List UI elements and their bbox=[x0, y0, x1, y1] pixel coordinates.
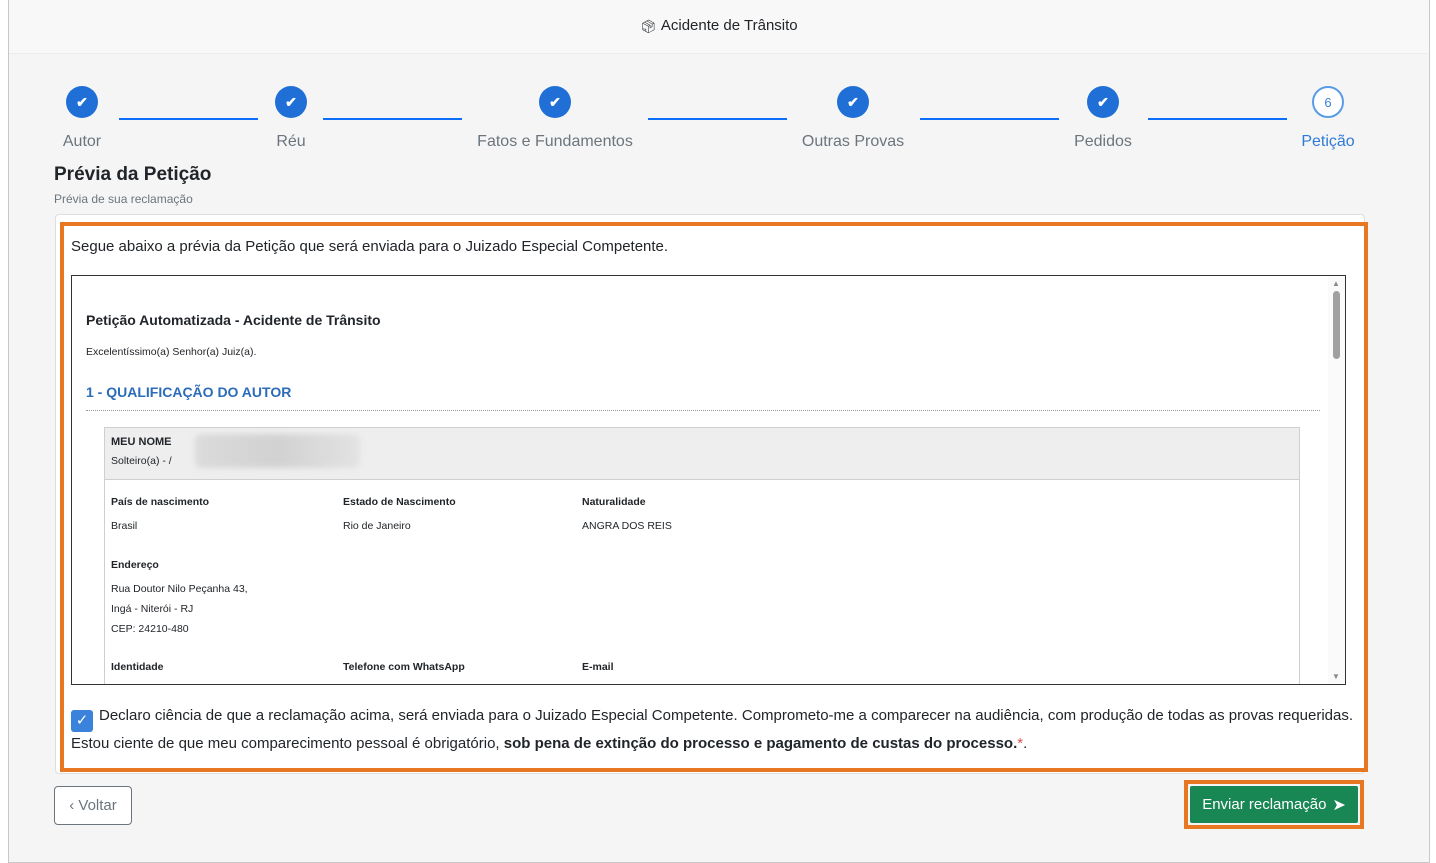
doc-section-heading: 1 - QUALIFICAÇÃO DO AUTOR bbox=[86, 384, 292, 400]
step-pedidos-check-icon[interactable]: ✔ bbox=[1087, 86, 1119, 118]
naturalidade-value: ANGRA DOS REIS bbox=[582, 520, 672, 532]
pais-value: Brasil bbox=[111, 520, 138, 532]
endereco-line3: CEP: 24210-480 bbox=[111, 623, 189, 635]
page-subtitle: Prévia de sua reclamação bbox=[54, 192, 193, 206]
estado-value: Rio de Janeiro bbox=[343, 520, 411, 532]
email-label: E-mail bbox=[582, 661, 614, 673]
declaration-end: . bbox=[1023, 735, 1028, 752]
step-connector bbox=[119, 118, 258, 120]
divider bbox=[86, 410, 1320, 411]
scroll-down-icon[interactable]: ▼ bbox=[1332, 672, 1340, 681]
step-connector bbox=[648, 118, 787, 120]
page-title: Prévia da Petição bbox=[54, 164, 212, 185]
doc-greeting: Excelentíssimo(a) Senhor(a) Juiz(a). bbox=[86, 346, 257, 358]
scroll-thumb[interactable] bbox=[1333, 291, 1340, 359]
step-label-autor[interactable]: Autor bbox=[63, 133, 101, 151]
send-button[interactable]: Enviar reclamação ➤ bbox=[1190, 786, 1358, 823]
endereco-line2: Ingá - Niterói - RJ bbox=[111, 603, 194, 615]
declaration: ✓ Declaro ciência de que a reclamação aci… bbox=[71, 704, 1356, 756]
step-fatos-check-icon[interactable]: ✔ bbox=[539, 86, 571, 118]
step-label-provas[interactable]: Outras Provas bbox=[802, 133, 904, 151]
autor-header: MEU NOME Solteiro(a) - / bbox=[105, 428, 1299, 480]
step-connector bbox=[323, 118, 462, 120]
endereco-line1: Rua Doutor Nilo Peçanha 43, bbox=[111, 583, 248, 595]
autor-civil-status: Solteiro(a) - / bbox=[111, 455, 172, 467]
doc-title: Petição Automatizada - Acidente de Trâns… bbox=[86, 312, 381, 328]
step-connector bbox=[1148, 118, 1287, 120]
autor-name: MEU NOME bbox=[111, 436, 172, 448]
redacted-blur bbox=[195, 434, 360, 468]
endereco-label: Endereço bbox=[111, 559, 159, 571]
scroll-up-icon[interactable]: ▲ bbox=[1332, 279, 1340, 288]
window-title: Acidente de Trânsito bbox=[660, 17, 798, 34]
send-button-label: Enviar reclamação bbox=[1202, 796, 1327, 813]
step-label-fatos[interactable]: Fatos e Fundamentos bbox=[477, 133, 633, 151]
step-provas-check-icon[interactable]: ✔ bbox=[837, 86, 869, 118]
pais-label: País de nascimento bbox=[111, 496, 210, 508]
step-reu-check-icon[interactable]: ✔ bbox=[275, 86, 307, 118]
step-label-reu[interactable]: Réu bbox=[276, 133, 305, 151]
scrollbar[interactable]: ▲ ▼ bbox=[1328, 276, 1345, 684]
autor-card: MEU NOME Solteiro(a) - / País de nascime… bbox=[104, 427, 1300, 684]
estado-label: Estado de Nascimento bbox=[343, 496, 456, 508]
naturalidade-label: Naturalidade bbox=[582, 496, 646, 508]
telefone-label: Telefone com WhatsApp bbox=[343, 661, 465, 673]
declaration-checkbox[interactable]: ✓ bbox=[71, 710, 93, 732]
step-connector bbox=[920, 118, 1059, 120]
intro-text: Segue abaixo a prévia da Petição que ser… bbox=[71, 238, 669, 255]
identidade-label: Identidade bbox=[111, 661, 164, 673]
petition-preview[interactable]: Petição Automatizada - Acidente de Trâns… bbox=[71, 275, 1346, 685]
step-peticao-number[interactable]: 6 bbox=[1312, 86, 1344, 118]
send-icon: ➤ bbox=[1332, 796, 1346, 814]
back-button[interactable]: ‹ Voltar bbox=[54, 786, 132, 825]
declaration-bold: sob pena de extinção do processo e pagam… bbox=[503, 735, 1018, 752]
step-autor-check-icon[interactable]: ✔ bbox=[66, 86, 98, 118]
title-bar: 📦︎ Acidente de Trânsito bbox=[9, 0, 1429, 54]
step-label-peticao[interactable]: Petição bbox=[1301, 133, 1354, 151]
box-icon: 📦︎ bbox=[640, 19, 657, 34]
step-label-pedidos[interactable]: Pedidos bbox=[1074, 133, 1132, 151]
